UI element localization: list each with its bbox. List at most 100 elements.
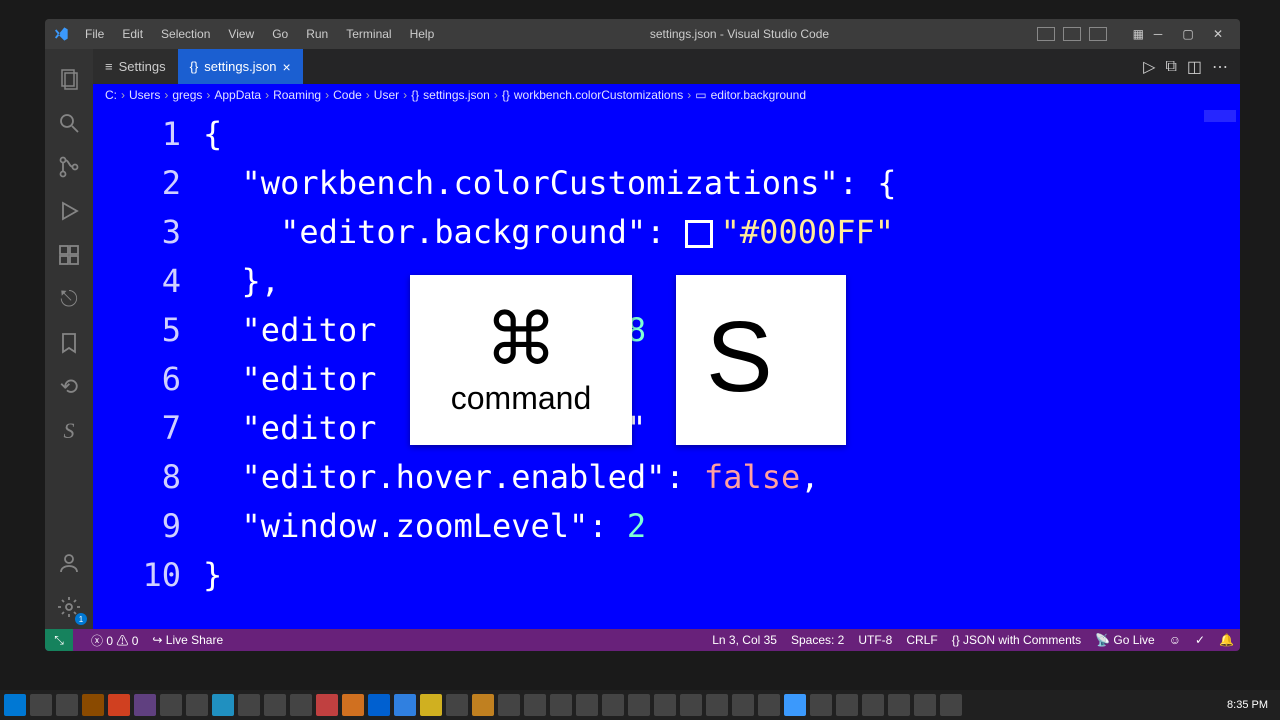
extensions-icon[interactable] (45, 233, 93, 277)
crumb[interactable]: User (374, 88, 399, 102)
cursor-position[interactable]: Ln 3, Col 35 (712, 633, 777, 647)
taskbar-app[interactable] (836, 694, 858, 716)
taskbar-vscode[interactable] (784, 694, 806, 716)
taskbar-app[interactable] (498, 694, 520, 716)
menu-edit[interactable]: Edit (114, 23, 151, 45)
maximize-button[interactable]: ▢ (1174, 22, 1202, 46)
shortcut-overlay: ⌘ command S (410, 275, 846, 445)
explorer-icon[interactable] (45, 57, 93, 101)
taskbar-app[interactable] (108, 694, 130, 716)
crumb[interactable]: workbench.colorCustomizations (514, 88, 683, 102)
taskbar-app[interactable] (602, 694, 624, 716)
toggle-panel-bottom-icon[interactable] (1063, 27, 1081, 41)
taskbar-app[interactable] (888, 694, 910, 716)
crumb[interactable]: settings.json (423, 88, 490, 102)
crumb[interactable]: Roaming (273, 88, 321, 102)
taskbar-app[interactable] (758, 694, 780, 716)
taskbar-app[interactable] (654, 694, 676, 716)
s-icon[interactable]: S (45, 409, 93, 453)
remote-indicator[interactable]: ⤡ (45, 629, 73, 651)
feedback-icon[interactable]: ☺ (1169, 633, 1181, 647)
taskbar-app[interactable] (732, 694, 754, 716)
bell-icon[interactable]: 🔔 (1219, 633, 1234, 647)
taskbar-app[interactable] (186, 694, 208, 716)
taskbar-clock[interactable]: 8:35 PM (1227, 699, 1276, 711)
taskbar-app[interactable] (550, 694, 572, 716)
remote-icon[interactable]: ⎋ (45, 277, 93, 321)
more-actions-icon[interactable]: ⋯ (1212, 57, 1228, 77)
menu-view[interactable]: View (220, 23, 262, 45)
task-view-icon[interactable] (30, 694, 52, 716)
taskbar-app[interactable] (394, 694, 416, 716)
taskbar-app[interactable] (238, 694, 260, 716)
settings-gear-icon[interactable]: 1 (45, 585, 93, 629)
sync-icon[interactable]: ⟲ (45, 365, 93, 409)
tab-settings[interactable]: ≡ Settings (93, 49, 178, 84)
taskbar-app[interactable] (368, 694, 390, 716)
minimap[interactable] (1200, 106, 1240, 629)
taskbar-app[interactable] (576, 694, 598, 716)
run-icon[interactable]: ▷ (1143, 57, 1155, 77)
liveshare-button[interactable]: ↪ Live Share (152, 633, 223, 647)
crumb[interactable]: editor.background (711, 88, 806, 102)
minimize-button[interactable]: ─ (1144, 22, 1172, 46)
taskbar-app[interactable] (628, 694, 650, 716)
menu-help[interactable]: Help (402, 23, 443, 45)
toggle-panel-left-icon[interactable] (1037, 27, 1055, 41)
run-debug-icon[interactable] (45, 189, 93, 233)
vscode-logo-icon (53, 26, 69, 42)
start-button[interactable] (4, 694, 26, 716)
toggle-panel-right-icon[interactable] (1089, 27, 1107, 41)
customize-layout-icon[interactable]: ▦ (1133, 27, 1144, 41)
crumb[interactable]: gregs (172, 88, 202, 102)
account-icon[interactable] (45, 541, 93, 585)
menu-selection[interactable]: Selection (153, 23, 218, 45)
taskbar-app[interactable] (680, 694, 702, 716)
search-icon[interactable] (45, 101, 93, 145)
string-icon: ▭ (695, 88, 706, 102)
source-control-icon[interactable] (45, 145, 93, 189)
taskbar-app[interactable] (290, 694, 312, 716)
taskbar-app[interactable] (264, 694, 286, 716)
problems-indicator[interactable]: ⓧ 0 ⚠ 0 (91, 632, 138, 649)
taskbar-app[interactable] (862, 694, 884, 716)
crumb[interactable]: Users (129, 88, 160, 102)
taskbar-app[interactable] (134, 694, 156, 716)
taskbar-app[interactable] (472, 694, 494, 716)
taskbar-app[interactable] (524, 694, 546, 716)
crumb[interactable]: Code (333, 88, 362, 102)
go-live-button[interactable]: 📡 Go Live (1095, 633, 1155, 647)
breadcrumb[interactable]: C:› Users› gregs› AppData› Roaming› Code… (93, 84, 1240, 106)
prettier-icon[interactable]: ✓ (1195, 633, 1205, 647)
taskbar-app[interactable] (212, 694, 234, 716)
crumb[interactable]: C: (105, 88, 117, 102)
close-tab-icon[interactable]: × (283, 59, 291, 75)
menu-file[interactable]: File (77, 23, 112, 45)
taskbar-app[interactable] (914, 694, 936, 716)
s-key-label: S (706, 307, 773, 407)
taskbar-app[interactable] (82, 694, 104, 716)
taskbar-app[interactable] (446, 694, 468, 716)
taskbar-app[interactable] (420, 694, 442, 716)
close-button[interactable]: ✕ (1204, 22, 1232, 46)
taskbar-app[interactable] (706, 694, 728, 716)
indentation[interactable]: Spaces: 2 (791, 633, 844, 647)
taskbar-app[interactable] (342, 694, 364, 716)
bookmark-icon[interactable] (45, 321, 93, 365)
tab-settings-json[interactable]: {} settings.json × (178, 49, 303, 84)
taskbar-app[interactable] (940, 694, 962, 716)
split-editor-icon[interactable]: ◫ (1187, 57, 1202, 77)
menu-go[interactable]: Go (264, 23, 296, 45)
taskbar-app[interactable] (160, 694, 182, 716)
taskbar-app[interactable] (56, 694, 78, 716)
eol[interactable]: CRLF (906, 633, 937, 647)
encoding[interactable]: UTF-8 (858, 633, 892, 647)
json-icon: {} (190, 59, 199, 74)
menu-run[interactable]: Run (298, 23, 336, 45)
taskbar-app[interactable] (810, 694, 832, 716)
taskbar-app[interactable] (316, 694, 338, 716)
language-mode[interactable]: {} JSON with Comments (952, 633, 1081, 647)
crumb[interactable]: AppData (214, 88, 261, 102)
menu-terminal[interactable]: Terminal (338, 23, 399, 45)
open-changes-icon[interactable]: ⧉ (1165, 58, 1176, 76)
